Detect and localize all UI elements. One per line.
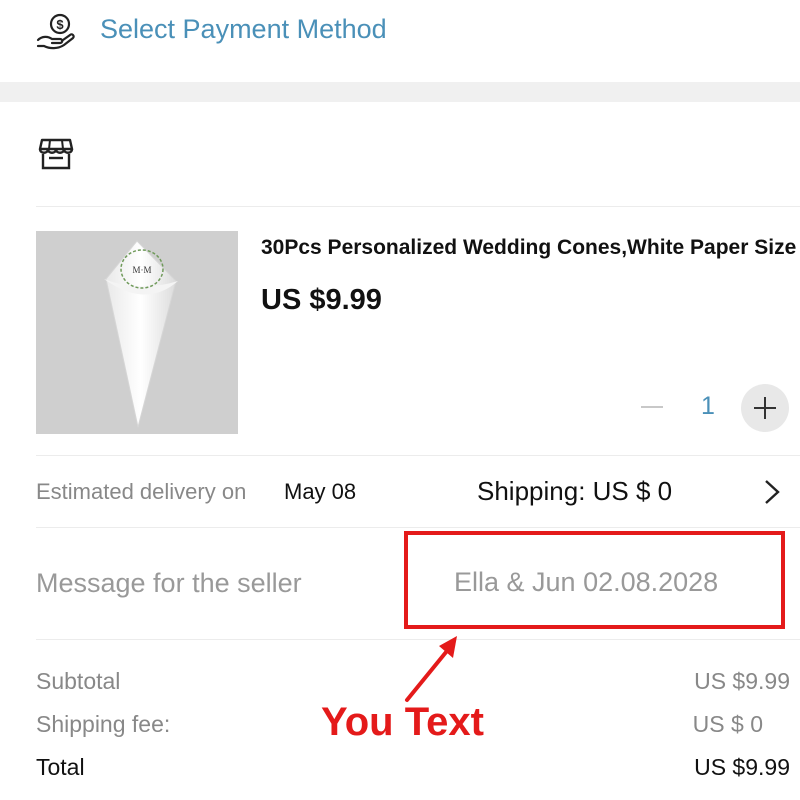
delivery-label: Estimated delivery on [36,479,247,504]
seller-message-label: Message for the seller [36,568,302,598]
quantity-decrease-button[interactable] [629,384,675,430]
quantity-value: 1 [701,392,715,420]
hand-coin-icon: $ [36,13,75,50]
annotation-highlight-box [404,531,785,629]
chevron-right-icon[interactable] [762,478,784,506]
payment-method-header[interactable]: $ Select Payment Method [0,0,800,82]
product-name[interactable]: 30Pcs Personalized Wedding Cones,White P… [261,236,800,260]
annotation-arrow-icon [405,636,457,702]
page-title[interactable]: Select Payment Method [100,14,387,45]
store-icon[interactable] [38,136,74,172]
shipping-fee-label: Shipping fee: [36,711,171,737]
product-image[interactable]: M·M [36,231,238,434]
divider [36,206,800,207]
subtotal-value: US $9.99 [694,668,790,694]
product-price: US $9.99 [261,284,382,316]
paper-cone-illustration: M·M [104,240,178,428]
shipping-fee-value: US $ 0 [692,711,763,737]
divider [36,455,800,456]
section-separator [0,82,800,102]
quantity-increase-button[interactable] [741,384,789,432]
total-label: Total [36,754,85,780]
subtotal-label: Subtotal [36,668,121,694]
divider [36,527,800,528]
total-value: US $9.99 [694,754,790,780]
svg-text:$: $ [56,17,64,32]
annotation-label: You Text [321,700,484,744]
product-image-monogram: M·M [132,265,151,275]
minus-icon [641,406,663,408]
shipping-option[interactable]: Shipping: US $ 0 [477,476,672,507]
delivery-date: May 08 [284,479,357,504]
plus-icon [754,397,776,419]
